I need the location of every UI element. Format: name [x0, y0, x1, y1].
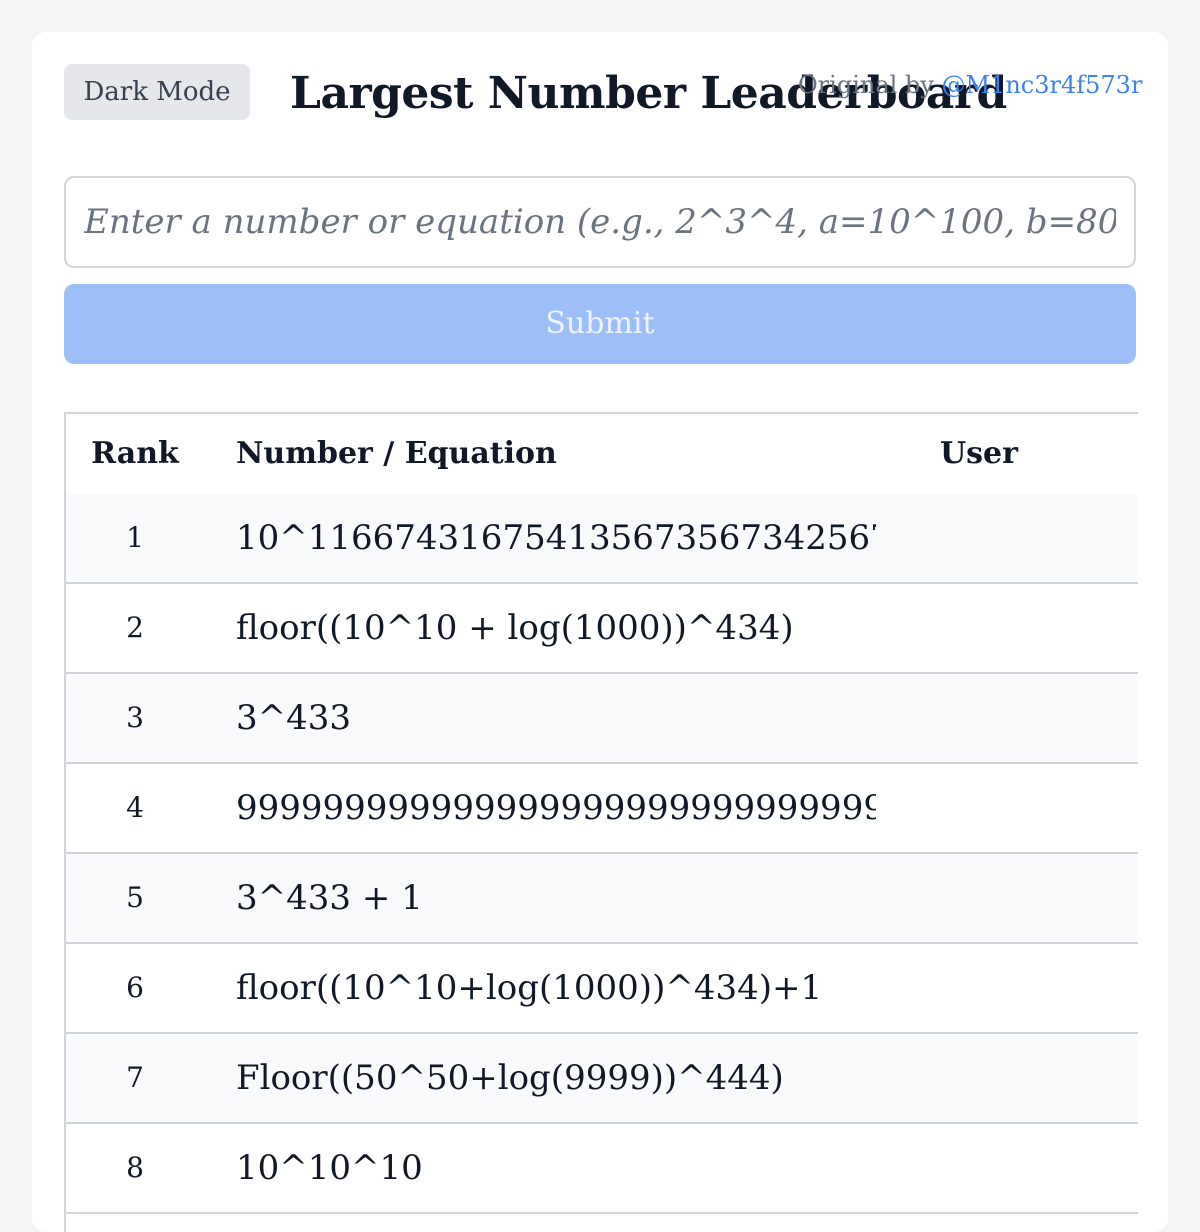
table-header-row: Rank Number / Equation User: [66, 414, 1138, 496]
column-header-user: User: [940, 436, 1018, 471]
equation-input-box: [64, 176, 1136, 268]
table-row: 2floor((10^10 + log(1000))^434)DEXGAMING…: [66, 584, 1138, 674]
number-cell: 3^433 + 1: [236, 878, 423, 918]
credit-author-link[interactable]: @M1nc3r4f573r: [942, 71, 1143, 99]
table-row: 7Floor((50^50+log(9999))^444)@FunnyD: [66, 1034, 1138, 1124]
number-cell: 10^10^10: [236, 1148, 423, 1188]
column-header-rank: Rank: [91, 436, 179, 471]
dark-mode-button[interactable]: Dark Mode: [64, 64, 250, 120]
number-cell: floor((10^10 + log(1000))^434): [236, 608, 794, 648]
number-cell: 3^433: [236, 698, 352, 738]
rank-cell: 3: [126, 701, 144, 734]
table-row: 810^10^10@intensep: [66, 1124, 1138, 1214]
table-row: 6floor((10^10+log(1000))^434)+1@sleepyw: [66, 944, 1138, 1034]
column-header-number: Number / Equation: [236, 436, 557, 471]
submit-button[interactable]: Submit: [64, 284, 1136, 364]
rank-cell: 5: [126, 881, 144, 914]
number-cell: 10^116674316754135673567342567531: [236, 518, 876, 558]
rank-cell: 1: [126, 521, 144, 554]
credit-line: Original by @M1nc3r4f573r: [798, 68, 1142, 102]
rank-cell: 7: [126, 1061, 144, 1094]
table-row: 53^433 + 1@airypeta: [66, 854, 1138, 944]
table-row: 33^433@boldsea2: [66, 674, 1138, 764]
number-cell: floor((10^10+log(1000))^434)+1: [236, 968, 823, 1008]
equation-input[interactable]: [66, 178, 1134, 266]
table-row: 4999999999999999999999999999999999999@ze…: [66, 764, 1138, 854]
rank-cell: 4: [126, 791, 144, 824]
rank-cell: 8: [126, 1151, 144, 1184]
number-cell: 999999999999999999999999999999999999: [236, 788, 876, 828]
table-row: 110^116674316754135673567342567531@Roblo…: [66, 494, 1138, 584]
number-cell: Floor((50^50+log(9999))^444): [236, 1058, 784, 1098]
leaderboard-table: Rank Number / Equation User 1 10^11667431…: [64, 412, 1138, 1232]
credit-prefix: Original by: [798, 71, 934, 99]
leaderboard-card: Dark Mode Largest Number Leaderboard Ori…: [32, 32, 1168, 1232]
rank-cell: 6: [126, 971, 144, 1004]
rank-cell: 2: [126, 611, 144, 644]
